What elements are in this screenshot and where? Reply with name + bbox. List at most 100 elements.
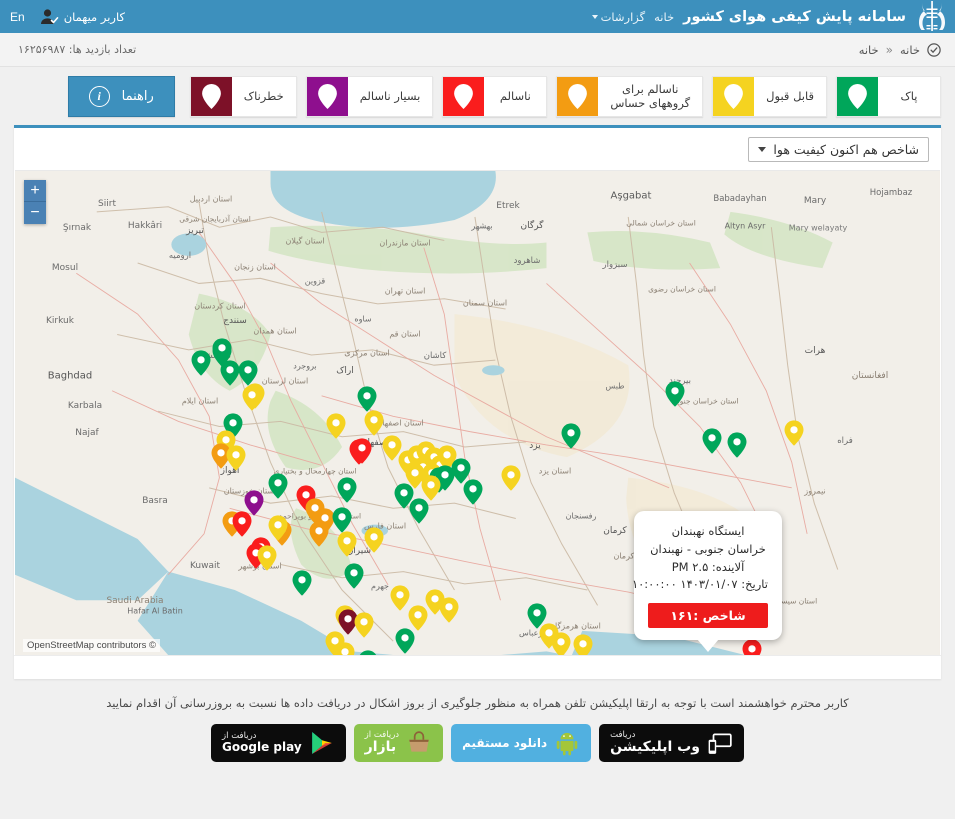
store-button-2[interactable]: دانلود مستقیم [451,724,592,763]
station-marker[interactable] [244,490,264,516]
chevron-down-icon [758,146,767,152]
map-container[interactable]: Siirt Şırnak Hakkâri استان اردبیل Etrek Aşgab… [15,170,940,655]
station-marker[interactable] [742,639,762,655]
station-marker[interactable] [665,381,685,407]
store-button-0[interactable]: دریافت از Google play [211,724,346,763]
legend-item-5[interactable]: خطرناک [189,75,297,117]
legend-label-3: ناسالم [499,88,531,103]
map-pin-icon [837,76,878,116]
zoom-out-button[interactable]: − [24,202,46,224]
station-marker[interactable] [268,473,288,499]
map-label: بروجرد [293,361,317,371]
station-marker[interactable] [501,465,521,491]
user-label: کاربر میهمان [63,9,125,24]
station-marker[interactable] [409,498,429,524]
station-marker[interactable] [352,438,372,464]
station-marker[interactable] [226,445,246,471]
map-pin-icon [713,76,755,116]
map-label: Kirkuk [46,316,74,326]
map-label: استان مرکزی [344,348,390,358]
station-marker[interactable] [326,413,346,439]
station-marker[interactable] [354,612,374,638]
station-marker[interactable] [357,386,377,412]
station-marker[interactable] [702,428,722,454]
map-label: سبزوار [602,260,628,270]
legend-label-1: قابل قبول [766,88,814,103]
station-marker[interactable] [784,420,804,446]
map-pin-icon [306,76,348,116]
map-label: ارومیه [168,251,192,261]
store-button-3[interactable]: دریافت وب اپلیکیشن [599,724,744,763]
station-marker[interactable] [268,515,288,541]
map-label: استان خراسان رضوی [648,284,716,294]
station-marker[interactable] [561,423,581,449]
nav-item-reports[interactable]: گزارشات [591,10,645,24]
store-big-label: دانلود مستقیم [462,735,548,750]
station-marker[interactable] [242,385,262,411]
map-label: اراک [336,366,354,376]
store-button-1[interactable]: دریافت از بازار [353,724,444,763]
station-marker[interactable] [364,410,384,436]
map-label: رفسنجان [565,511,597,521]
station-marker[interactable] [337,477,357,503]
station-marker[interactable] [359,650,378,655]
info-icon: i [88,85,110,107]
map-label: Şırnak [62,223,92,233]
legend-item-0[interactable]: پاک [836,75,941,117]
user-account-button[interactable]: کاربر میهمان [39,7,125,27]
map-label: قزوین [304,276,326,286]
store-label-1: دریافت از بازار [365,731,399,755]
station-marker[interactable] [191,350,211,376]
station-marker[interactable] [335,642,355,655]
station-marker[interactable] [573,634,593,655]
station-marker[interactable] [332,507,352,533]
legend-item-2[interactable]: ناسالم برای گروههای حساس [556,75,704,117]
panel-footer-strip [14,655,941,679]
check-circle-icon [927,42,941,57]
map-zoom-controls[interactable]: + − [24,180,46,224]
station-marker[interactable] [463,479,483,505]
legend-item-1[interactable]: قابل قبول [712,75,827,117]
station-marker[interactable] [439,597,459,623]
store-small-label: دریافت از [222,731,257,742]
breadcrumb-item-0[interactable]: خانه [900,43,920,57]
map-label: Siirt [98,199,116,209]
station-marker[interactable] [727,432,747,458]
zoom-in-button[interactable]: + [24,180,46,202]
map-label: استان یزد [538,466,572,476]
map-attribution[interactable]: OpenStreetMap contributors © [23,639,160,652]
map-label: استان آذربایجان شرقی [179,214,251,224]
aqi-legend-row: پاک قابل قبول ناسالم برای گروههای حساس ناسا… [0,67,955,125]
map-label: Mary [803,196,827,206]
station-marker[interactable] [390,585,410,611]
map-label: استان سمنان [462,298,508,308]
breadcrumb: خانه « خانه [859,43,941,57]
help-button[interactable]: راهنما i [67,75,175,117]
aqi-index-selector[interactable]: شاخص هم اکنون کیفیت هوا [748,136,929,162]
map-label: استان خراسان شمالی [626,218,696,228]
map-label: Hojambaz [869,188,913,198]
store-big-label: Google play [222,740,302,755]
map-label: جهرم [371,581,389,591]
station-marker[interactable] [212,338,232,364]
station-marker[interactable] [395,628,415,654]
nav-item-home[interactable]: خانه [654,10,674,24]
station-marker[interactable] [337,531,357,557]
map-label: تبریز [186,226,204,236]
station-marker[interactable] [364,527,384,553]
station-marker[interactable] [257,545,277,571]
station-marker[interactable] [551,632,571,655]
legend-item-4[interactable]: بسیار ناسالم [305,75,434,117]
breadcrumb-item-1[interactable]: خانه [859,43,879,57]
station-marker[interactable] [309,521,329,547]
map-label: هرات [804,346,826,356]
station-marker[interactable] [344,563,364,589]
language-toggle[interactable]: En [10,10,25,24]
legend-item-3[interactable]: ناسالم [442,75,548,117]
map-pin-icon [443,76,485,116]
map-label: شاهرود [513,256,541,266]
station-marker[interactable] [292,570,312,596]
map-label: Mosul [51,263,79,273]
map-label: استان تهران [384,286,426,296]
map-label: استان کردستان [194,301,246,311]
